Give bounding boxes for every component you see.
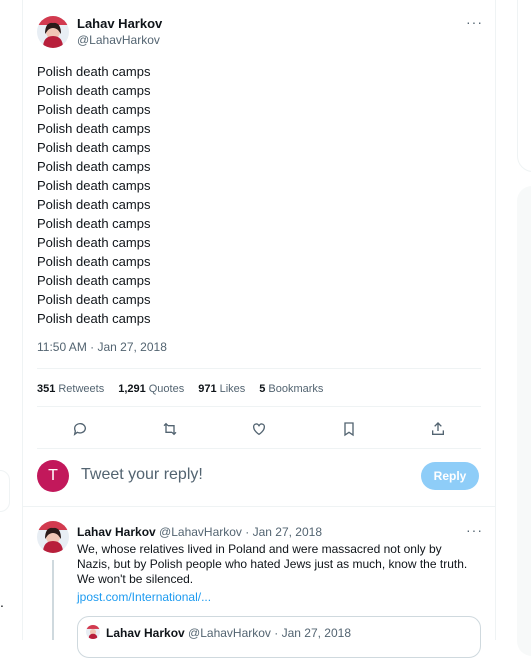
tweet-timestamp[interactable]: 11:50 AM · Jan 27, 2018 (37, 340, 167, 354)
embedded-author-avatar-image (86, 625, 100, 639)
right-sidebar (495, 0, 531, 656)
author-avatar[interactable] (37, 16, 69, 48)
embedded-tweet-card[interactable]: Lahav Harkov @LahavHarkov · Jan 27, 2018 (77, 616, 481, 658)
tweet-detail-column: Lahav Harkov @LahavHarkov ··· Polish dea… (22, 0, 496, 658)
reply-icon[interactable] (69, 418, 91, 440)
tweet-line: Polish death camps (37, 121, 151, 136)
quotes-label: Quotes (148, 383, 185, 395)
divider (37, 368, 481, 369)
right-sidebar-card (517, 186, 531, 656)
retweet-icon[interactable] (159, 418, 181, 440)
retweets-stat[interactable]: 351 Retweets (37, 383, 104, 395)
tweet-line: Polish death camps (37, 178, 151, 193)
quotes-stat[interactable]: 1,291 Quotes (118, 383, 184, 395)
tweet-line: Polish death camps (37, 140, 151, 155)
reply-button[interactable]: Reply (421, 462, 479, 490)
left-gutter: . (0, 0, 22, 640)
likes-count: 971 (198, 383, 217, 395)
bookmarks-count: 5 (259, 383, 266, 395)
likes-stat[interactable]: 971 Likes (198, 383, 245, 395)
bookmarks-label: Bookmarks (268, 383, 324, 395)
retweets-label: Retweets (58, 383, 105, 395)
tweet-line: Polish death camps (37, 159, 151, 174)
tweet-line: Polish death camps (37, 64, 151, 79)
embedded-author-handle: @LahavHarkov (188, 626, 271, 640)
action-bar (69, 418, 449, 440)
tweet-line: Polish death camps (37, 311, 151, 326)
quoted-tweet-text: We, whose relatives lived in Poland and … (77, 542, 468, 586)
share-icon[interactable] (427, 418, 449, 440)
tweet-text: Polish death camps Polish death camps Po… (37, 62, 150, 328)
quotes-count: 1,291 (118, 383, 146, 395)
engagement-stats: 351 Retweets 1,291 Quotes 971 Likes 5 Bookma… (37, 383, 323, 395)
reply-input[interactable] (79, 465, 383, 485)
tweet-line: Polish death camps (37, 292, 151, 307)
divider (37, 448, 481, 449)
bookmarks-stat[interactable]: 5 Bookmarks (259, 383, 323, 395)
more-options-icon[interactable]: ··· (466, 14, 483, 30)
left-panel-card (0, 470, 10, 512)
heart-icon[interactable] (248, 418, 270, 440)
author-avatar-image (37, 16, 69, 48)
author-name[interactable]: Lahav Harkov (77, 16, 162, 31)
thread-line (52, 560, 54, 640)
quoted-author-avatar-image (37, 521, 69, 553)
embedded-author-name: Lahav Harkov (106, 626, 185, 640)
embedded-tweet-header: Lahav Harkov @LahavHarkov · Jan 27, 2018 (106, 626, 351, 640)
right-sidebar-card (517, 0, 531, 172)
quoted-tweet-header: Lahav Harkov @LahavHarkov · Jan 27, 2018 (77, 525, 322, 539)
tweet-line: Polish death camps (37, 102, 151, 117)
embedded-tweet-date: · Jan 27, 2018 (274, 626, 352, 640)
tweet-line: Polish death camps (37, 197, 151, 212)
tweet-line: Polish death camps (37, 254, 151, 269)
quoted-author-name[interactable]: Lahav Harkov (77, 525, 156, 539)
embedded-author-avatar (86, 625, 100, 639)
divider (23, 506, 495, 507)
retweets-count: 351 (37, 383, 56, 395)
divider (37, 406, 481, 407)
author-handle[interactable]: @LahavHarkov (77, 33, 160, 47)
quoted-author-handle[interactable]: @LahavHarkov (159, 525, 242, 539)
reply-user-avatar[interactable]: T (37, 460, 69, 492)
quoted-tweet-link[interactable]: jpost.com/International/... (77, 590, 211, 604)
tweet-line: Polish death camps (37, 273, 151, 288)
quoted-tweet-date[interactable]: · Jan 27, 2018 (245, 525, 322, 539)
likes-label: Likes (219, 383, 246, 395)
left-panel-text: . (0, 594, 4, 610)
more-options-icon[interactable]: ··· (466, 522, 483, 538)
tweet-line: Polish death camps (37, 216, 151, 231)
bookmark-icon[interactable] (338, 418, 360, 440)
tweet-line: Polish death camps (37, 235, 151, 250)
quoted-author-avatar[interactable] (37, 521, 69, 553)
tweet-line: Polish death camps (37, 83, 151, 98)
